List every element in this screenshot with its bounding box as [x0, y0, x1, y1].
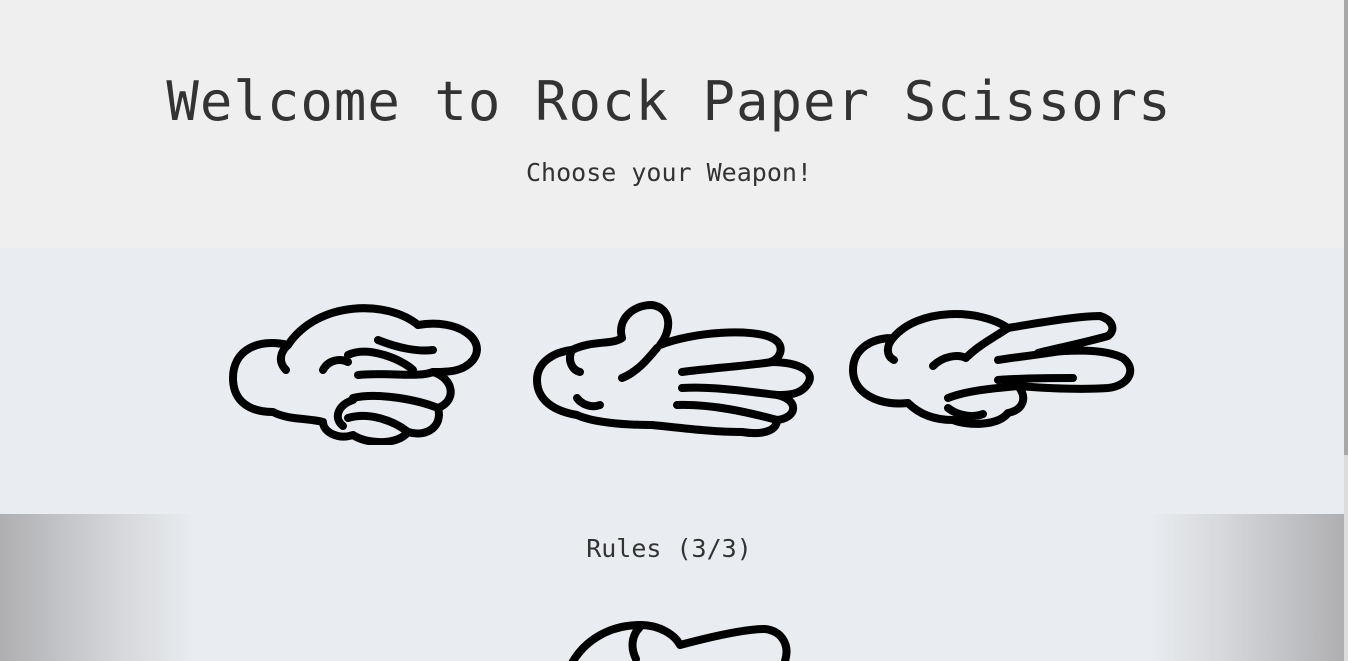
- scissors-hand-icon: [568, 621, 791, 661]
- scrollbar-thumb[interactable]: [1344, 0, 1348, 455]
- rock-hand-icon: [229, 304, 481, 445]
- paper-hand-icon: [533, 301, 814, 438]
- scissors-hand-icon: [849, 310, 1135, 428]
- weapon-scissors-button[interactable]: [848, 308, 1138, 433]
- page-subtitle: Choose your Weapon!: [526, 158, 812, 187]
- page-title: Welcome to Rock Paper Scissors: [166, 70, 1172, 133]
- rules-title: Rules (3/3): [586, 534, 752, 563]
- page-header: Welcome to Rock Paper Scissors Choose yo…: [0, 0, 1344, 248]
- weapon-rock-button[interactable]: [228, 300, 483, 445]
- weapon-selection: [0, 248, 1344, 514]
- rules-preview-hand: [560, 615, 800, 661]
- weapon-paper-button[interactable]: [532, 300, 817, 440]
